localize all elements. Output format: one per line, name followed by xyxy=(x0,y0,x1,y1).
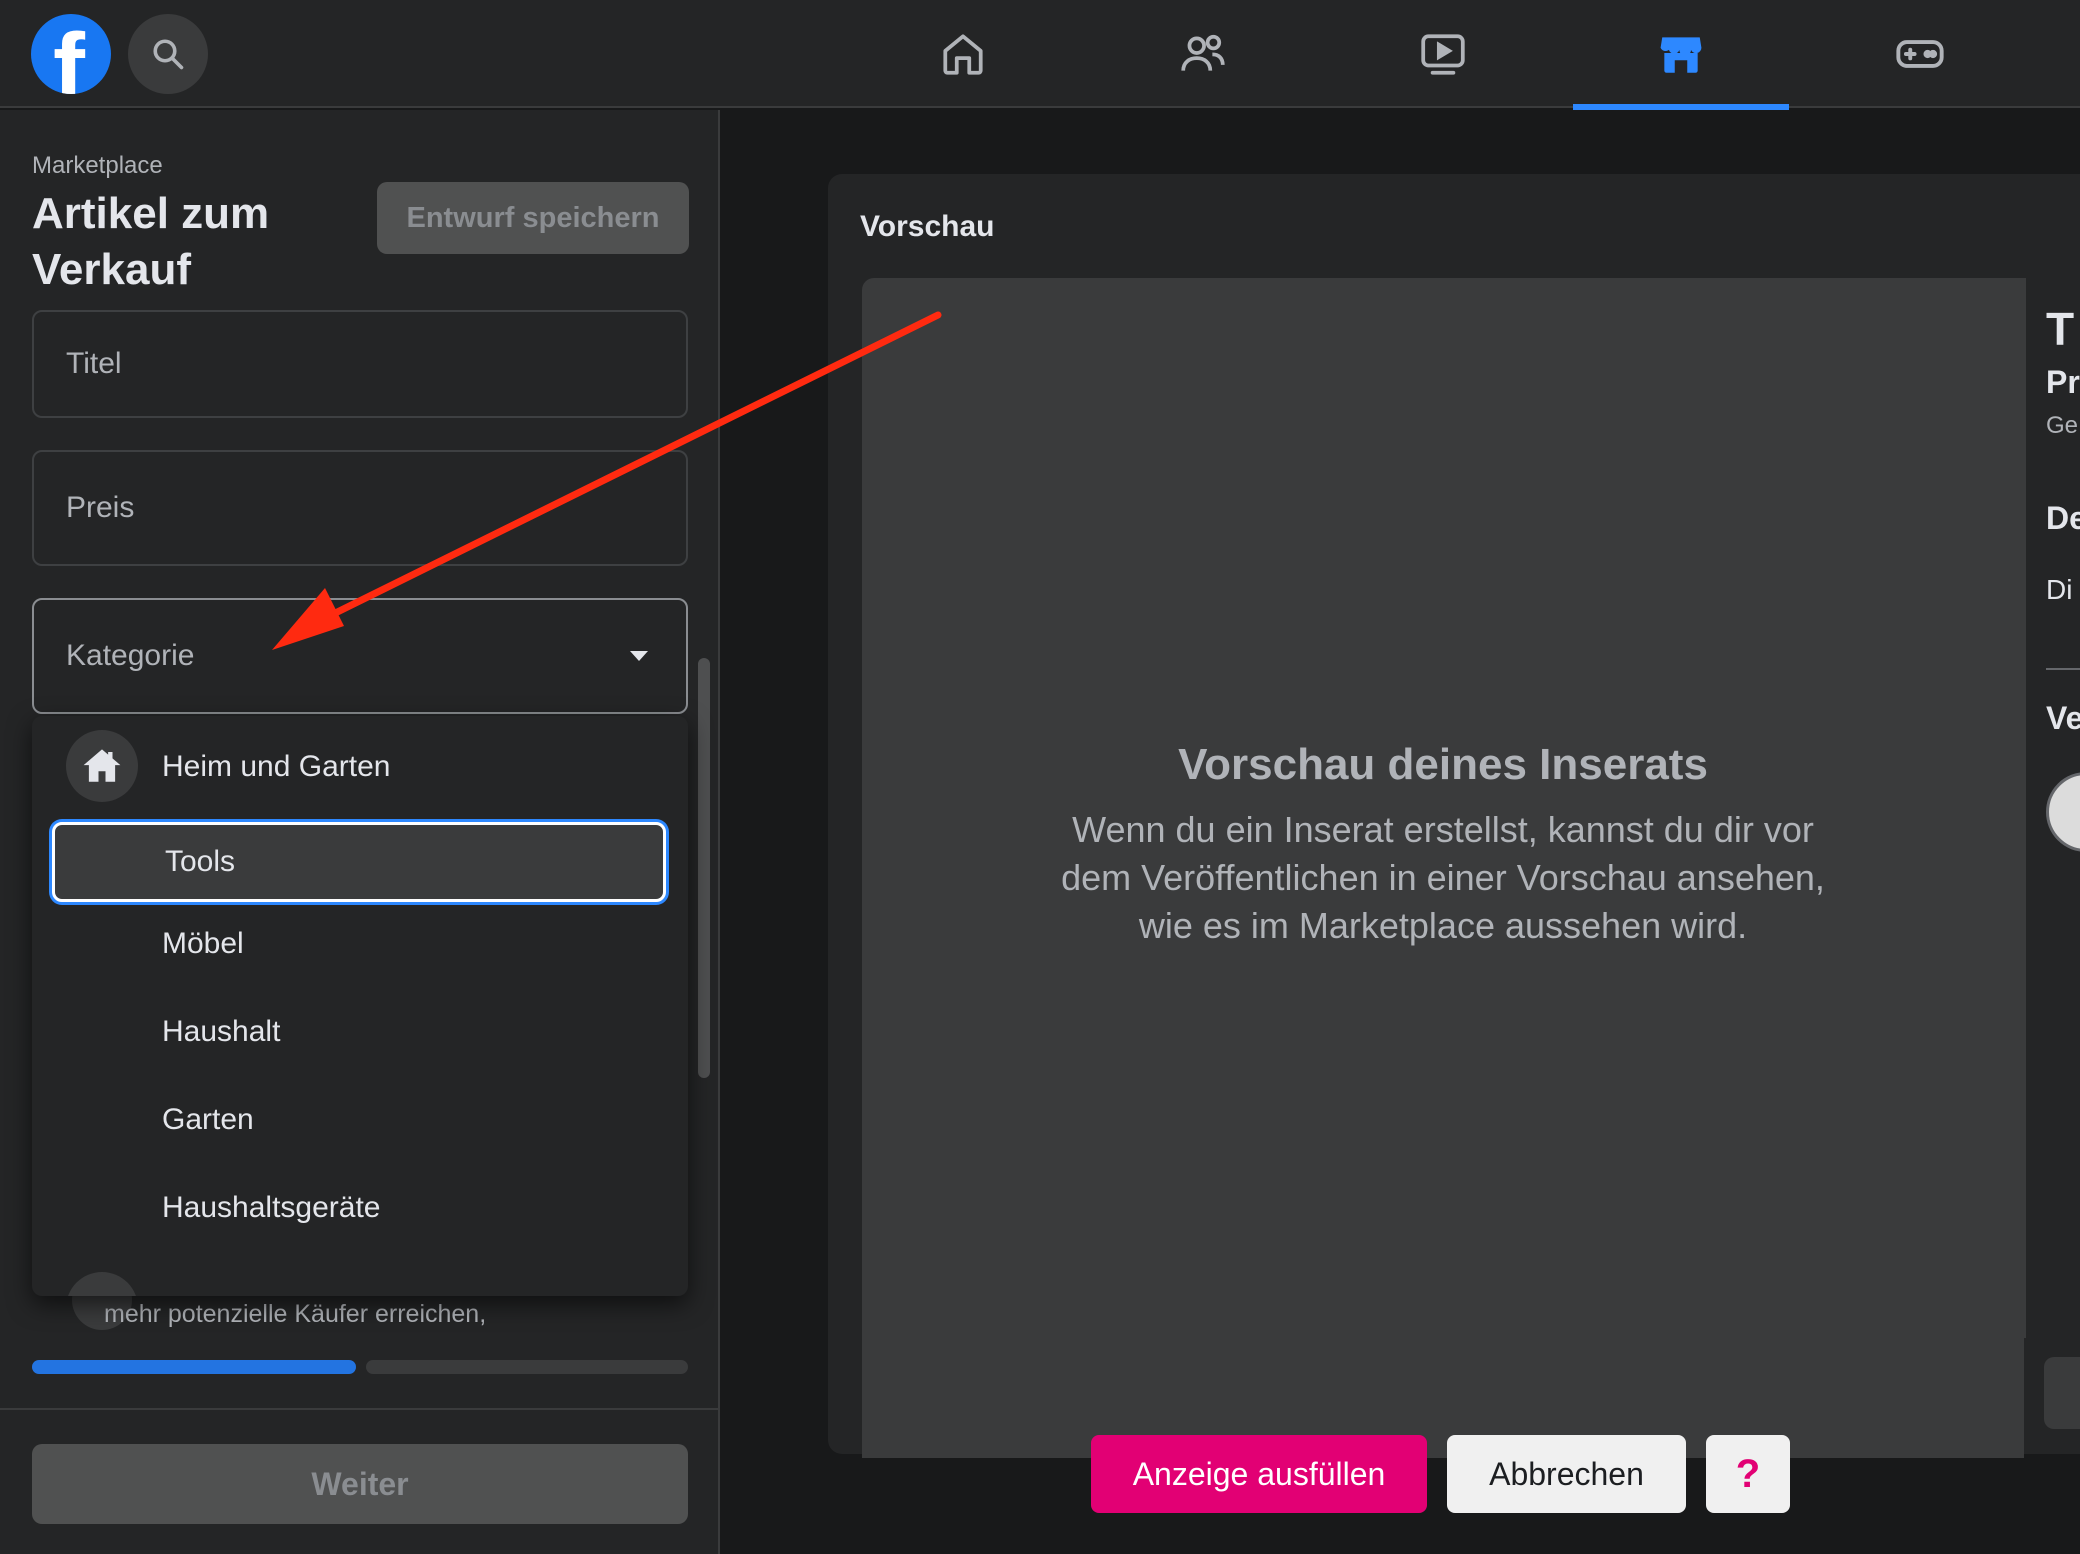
page-title: Artikel zum Verkauf xyxy=(32,189,270,294)
help-button[interactable]: ? xyxy=(1706,1435,1790,1513)
preview-side-details-heading: De xyxy=(2046,500,2080,536)
friends-icon xyxy=(1181,34,1225,71)
preview-title: Vorschau deines Inserats xyxy=(1178,740,1708,789)
progress-step-2 xyxy=(366,1360,688,1374)
preview-side-details-text: Di xyxy=(2046,574,2073,605)
category-select[interactable]: Kategorie xyxy=(32,598,688,714)
option-label: Haushaltsgeräte xyxy=(162,1191,381,1224)
scrollbar[interactable] xyxy=(698,658,710,1078)
fill-listing-button[interactable]: Anzeige ausfüllen xyxy=(1091,1435,1427,1513)
home-icon xyxy=(943,34,983,75)
next-group-icon xyxy=(66,1272,138,1296)
category-option-moebel[interactable]: Möbel xyxy=(52,904,666,984)
category-option-garten[interactable]: Garten xyxy=(52,1080,666,1160)
hint-text: mehr potenzielle Käufer erreichen, xyxy=(104,1300,487,1328)
option-label: Garten xyxy=(162,1103,254,1136)
video-icon xyxy=(1421,34,1465,75)
next-button[interactable]: Weiter xyxy=(32,1444,688,1524)
tab-watch[interactable] xyxy=(1335,0,1551,108)
search-button[interactable] xyxy=(128,14,208,94)
gamepad-icon xyxy=(1896,40,1944,68)
title-input[interactable]: Titel xyxy=(32,310,688,418)
preview-details-column: T Pr Ge De Di Ve xyxy=(2024,278,2080,1338)
option-label: Haushalt xyxy=(162,1015,281,1048)
category-option-tools[interactable]: Tools xyxy=(52,822,666,902)
progress-step-1 xyxy=(32,1360,356,1374)
facebook-logo[interactable]: f xyxy=(31,14,111,94)
marketplace-icon xyxy=(1660,37,1702,73)
top-navigation-bar: f xyxy=(0,0,2080,110)
facebook-logo-letter: f xyxy=(53,14,85,95)
category-option-haushalt[interactable]: Haushalt xyxy=(52,992,666,1072)
tab-gaming[interactable] xyxy=(1812,0,2028,108)
preview-side-price: Pr xyxy=(2046,364,2080,400)
tab-friends[interactable] xyxy=(1095,0,1311,108)
preview-card: Vorschau Vorschau deines Inserats Wenn d… xyxy=(828,174,2080,1458)
house-icon xyxy=(66,730,138,802)
price-placeholder: Preis xyxy=(66,491,135,524)
tab-marketplace[interactable] xyxy=(1573,0,1789,110)
option-label: Tools xyxy=(165,845,236,878)
breadcrumb[interactable]: Marketplace xyxy=(32,152,163,180)
category-group-label: Heim und Garten xyxy=(162,750,391,783)
save-draft-button[interactable]: Entwurf speichern xyxy=(377,182,689,254)
chevron-down-icon xyxy=(630,651,648,661)
option-label: Möbel xyxy=(162,927,244,960)
cancel-button[interactable]: Abbrechen xyxy=(1447,1435,1686,1513)
preview-side-meta: Ge xyxy=(2046,412,2079,439)
preview-label: Vorschau xyxy=(860,210,995,243)
preview-side-button xyxy=(2044,1357,2080,1429)
preview-side-seller-heading: Ve xyxy=(2046,700,2080,736)
category-option-haushaltsgeraete[interactable]: Haushaltsgeräte xyxy=(52,1168,666,1248)
preview-area: Vorschau deines Inserats Wenn du ein Ins… xyxy=(862,278,2024,1458)
price-input[interactable]: Preis xyxy=(32,450,688,566)
category-group-header[interactable]: Heim und Garten xyxy=(32,716,688,816)
preview-description: Wenn du ein Inserat erstellst, kannst du… xyxy=(1061,809,1825,946)
category-dropdown: Heim und Garten Tools Möbel Haushalt Gar… xyxy=(32,716,688,1296)
preview-side-title: T xyxy=(2046,303,2075,355)
avatar xyxy=(2046,772,2080,852)
tab-home[interactable] xyxy=(855,0,1071,108)
divider xyxy=(0,1408,718,1410)
preview-side-divider xyxy=(2046,668,2080,670)
search-icon xyxy=(153,39,184,70)
category-placeholder: Kategorie xyxy=(66,639,195,672)
title-placeholder: Titel xyxy=(66,347,122,380)
